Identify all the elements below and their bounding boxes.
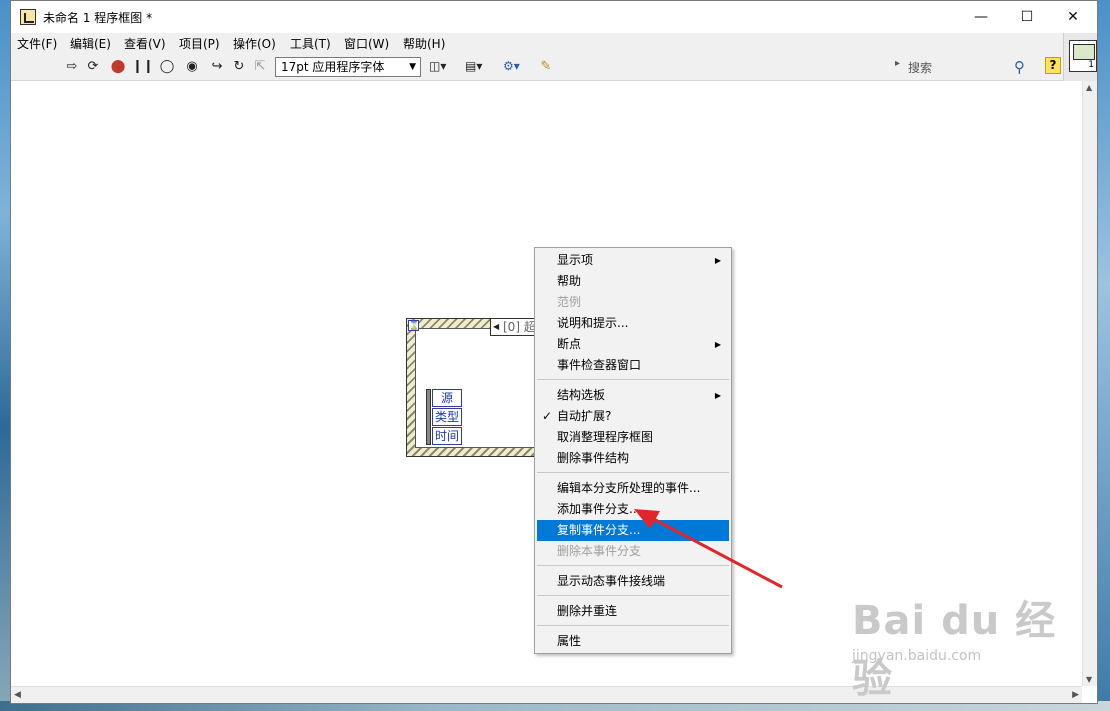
font-select[interactable]: 17pt 应用程序字体 ▼ [275,57,421,77]
cm-examples: 范例 [557,295,582,309]
cm-description-tips[interactable]: 说明和提示... [537,313,729,334]
vi-icon-panel: 1 [1063,33,1097,81]
decrement-arrow-icon[interactable]: ◀ [493,319,499,335]
step-out-icon[interactable]: ⇱ [252,59,268,75]
cm-edit-events[interactable]: 编辑本分支所处理的事件... [537,478,729,499]
scroll-down-icon[interactable]: ▼ [1086,675,1092,684]
timeout-terminal-icon[interactable]: ⌛ [408,320,419,331]
menu-tools[interactable]: 工具(T) [290,35,331,52]
event-data-node[interactable]: 源 类型 时间 [426,389,466,445]
retain-wire-values-icon[interactable]: ◉ [184,59,200,75]
watermark-url: jingyan.baidu.com [852,648,982,664]
submenu-arrow-icon: ▶ [714,391,721,400]
desktop-background-right [1098,0,1110,711]
menu-bar: 文件(F) 编辑(E) 查看(V) 项目(P) 操作(O) 工具(T) 窗口(W… [11,33,1063,53]
cm-breakpoint[interactable]: 断点 ▶ [537,334,729,355]
annotation-arrow [634,509,783,589]
pause-icon[interactable]: ❙❙ [132,59,154,75]
cm-remove-event-structure[interactable]: 删除事件结构 [537,448,729,469]
event-data-node-bar [426,389,431,445]
cm-separator [537,595,729,596]
toolbar: ⇨ ⟳ ⬤ ❙❙ ◯ ◉ ↪ ↻ ⇱ 17pt 应用程序字体 ▼ ◫▾ ▤▾ ⚙… [11,53,1063,81]
step-over-icon[interactable]: ↻ [231,59,247,75]
submenu-arrow-icon: ▶ [714,340,721,349]
cm-show-items[interactable]: 显示项 ▶ [537,250,729,271]
node-item-type: 类型 [432,408,462,426]
labview-app-icon [20,9,36,25]
vi-icon[interactable]: 1 [1069,40,1097,72]
menu-view[interactable]: 查看(V) [124,35,166,52]
vertical-scrollbar[interactable]: ▲ ▼ [1082,81,1097,686]
cleanup-diagram-icon[interactable]: ✎ [538,59,554,75]
menu-help[interactable]: 帮助(H) [403,35,445,52]
cm-undo-cleanup[interactable]: 取消整理程序框图 [537,427,729,448]
run-arrow-icon[interactable]: ⇨ [64,59,80,75]
menu-project[interactable]: 项目(P) [179,35,220,52]
menu-window[interactable]: 窗口(W) [344,35,389,52]
cm-separator [537,379,729,380]
scroll-right-icon[interactable]: ▶ [1072,690,1079,700]
reorder-icon[interactable]: ⚙▾ [503,59,520,73]
cm-auto-grow[interactable]: ✓ 自动扩展? [537,406,729,427]
window-title: 未命名 1 程序框图 * [43,11,153,25]
distribute-objects-icon[interactable]: ▤▾ [465,59,482,73]
watermark-brand: Bai du 经验 [852,598,1057,702]
chevron-down-icon: ▼ [409,62,416,72]
help-icon[interactable]: ? [1045,57,1061,74]
menu-operate[interactable]: 操作(O) [233,35,276,52]
close-button[interactable]: ✕ [1050,1,1096,33]
desktop-background-left [0,0,10,711]
cm-separator [537,472,729,473]
node-item-source: 源 [432,389,462,407]
cm-properties[interactable]: 属性 [537,631,729,652]
abort-icon[interactable]: ⬤ [110,59,126,75]
cm-help[interactable]: 帮助 [537,271,729,292]
scroll-up-icon[interactable]: ▲ [1086,83,1092,92]
align-objects-icon[interactable]: ◫▾ [429,59,446,73]
cm-event-inspector[interactable]: 事件检查器窗口 [537,355,729,376]
cm-delete-and-rewire[interactable]: 删除并重连 [537,601,729,622]
cm-structures-palette[interactable]: 结构选板 ▶ [537,385,729,406]
step-into-icon[interactable]: ↪ [209,59,225,75]
run-continuously-icon[interactable]: ⟳ [85,59,101,75]
cm-separator [537,625,729,626]
chevron-right-icon: ▸ [895,58,901,69]
baidu-watermark: Bai du 经验 jingyan.baidu.com [852,588,1072,702]
node-item-time: 时间 [432,427,462,445]
maximize-button[interactable]: ☐ [1004,1,1050,33]
checkmark-icon: ✓ [542,409,553,423]
title-bar[interactable]: 未命名 1 程序框图 * — ☐ ✕ [11,1,1097,33]
minimize-button[interactable]: — [958,1,1004,33]
search-icon[interactable]: ⚲ [1014,58,1025,76]
menu-file[interactable]: 文件(F) [17,35,57,52]
scroll-left-icon[interactable]: ◀ [14,690,21,700]
highlight-execution-bulb-icon[interactable]: ◯ [159,59,175,75]
submenu-arrow-icon: ▶ [714,256,721,265]
arrow-shaft [645,513,783,589]
menu-edit[interactable]: 编辑(E) [70,35,111,52]
